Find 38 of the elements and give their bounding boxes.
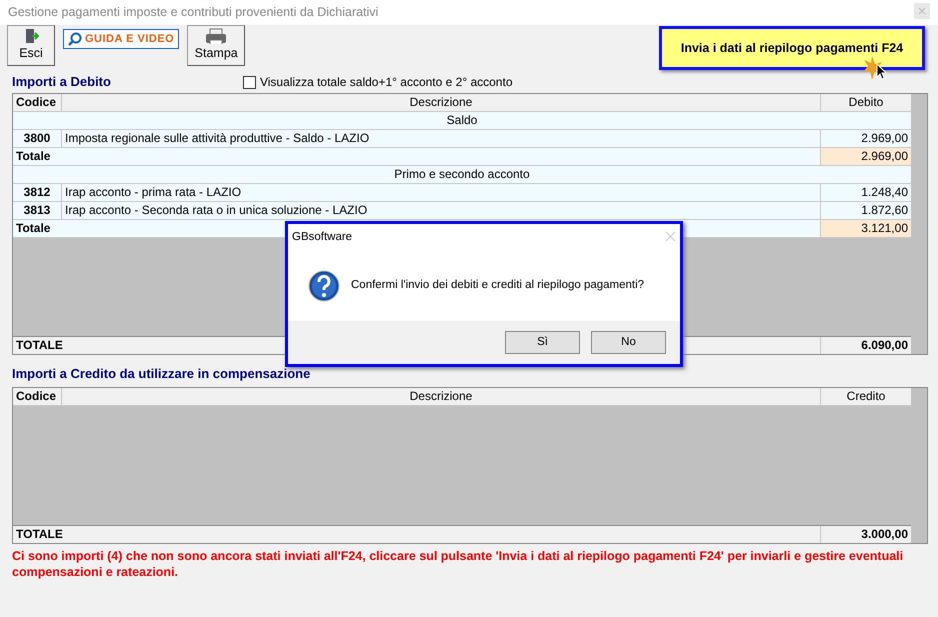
- column-header: Descrizione: [61, 94, 820, 111]
- total-label: TOTALE: [16, 527, 63, 541]
- description-cell: Irap acconto - prima rata - LAZIO: [61, 184, 820, 201]
- code-cell-text: 3800: [22, 130, 52, 147]
- yes-button[interactable]: Sì: [505, 331, 580, 354]
- warning-message: Ci sono importi (4) che non sono ancora stati inviati all'F24, cliccare sul pulsante 'Invia i dati al riepilogo pagamenti F24' per inviarli e gestire eventuali compensazioni e rateazioni.: [11, 548, 904, 581]
- column-header: Codice: [15, 388, 58, 405]
- window-title: Gestione pagamenti imposte e contributi provenienti da Dichiarativi: [8, 4, 378, 21]
- column-header: Descrizione: [61, 388, 820, 405]
- total-label: Totale: [16, 221, 50, 235]
- total-label: TOTALE: [16, 338, 63, 352]
- print-button[interactable]: Stampa: [187, 25, 246, 66]
- checkbox-label: Visualizza totale saldo+1° acconto e 2° acconto: [260, 74, 512, 91]
- amount-cell: 3.121,00: [820, 220, 911, 237]
- code-cell-text: 3813: [22, 202, 52, 219]
- checkbox[interactable]: [242, 76, 256, 88]
- group-label: Primo e secondo acconto: [393, 166, 531, 183]
- section-title: Importi a Debito: [12, 73, 111, 92]
- section-title: Importi a Credito da utilizzare in compensazione: [11, 365, 312, 383]
- printer-icon: [205, 28, 228, 44]
- total-label: Totale: [16, 149, 50, 163]
- dialog-title: GBsoftware: [292, 230, 352, 245]
- close-icon[interactable]: [914, 3, 930, 19]
- no-button[interactable]: No: [591, 331, 666, 354]
- amount-cell: 2.969,00: [820, 148, 911, 165]
- exit-button[interactable]: Esci: [7, 25, 55, 66]
- question-icon: [308, 270, 340, 302]
- group-label: Saldo: [446, 112, 478, 129]
- exit-door-icon: [23, 28, 39, 44]
- scrollbar[interactable]: [911, 388, 927, 543]
- description-cell: Irap acconto - Seconda rata o in unica soluzione - LAZIO: [61, 202, 820, 219]
- dialog-message: Confermi l'invio dei debiti e crediti al riepilogo pagamenti?: [351, 278, 644, 293]
- send-f24-button[interactable]: Invia i dati al riepilogo pagamenti F24: [659, 26, 925, 70]
- search-icon: [68, 32, 82, 46]
- scrollbar[interactable]: [911, 94, 927, 354]
- code-cell-text: 3812: [22, 184, 52, 201]
- column-header: Codice: [15, 94, 58, 111]
- description-cell: Imposta regionale sulle attività produttive - Saldo - LAZIO: [61, 130, 820, 147]
